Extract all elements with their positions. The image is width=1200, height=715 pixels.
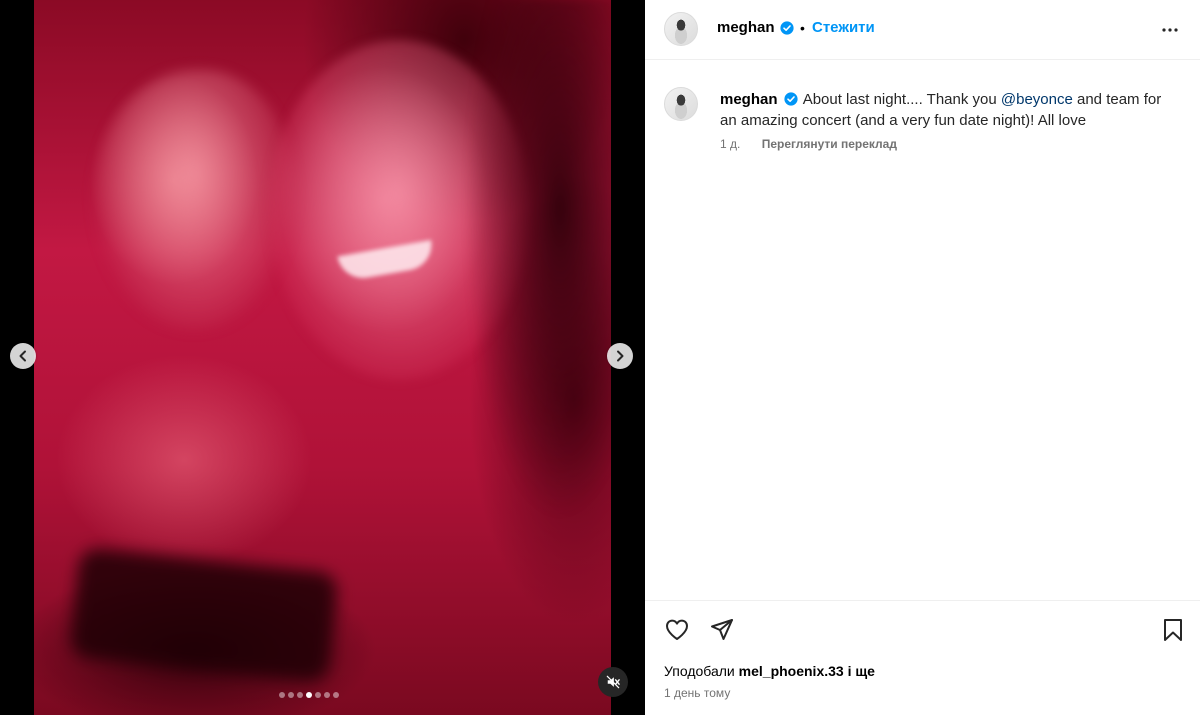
carousel-dot [324, 692, 330, 698]
likes-others-link[interactable]: і ще [844, 663, 875, 679]
header-separator: • [800, 20, 805, 36]
follow-button[interactable]: Стежити [812, 19, 875, 36]
post-details-panel: meghan • Стежити meghan About last night… [645, 0, 1200, 715]
carousel-dot [297, 692, 303, 698]
heart-icon[interactable] [664, 617, 690, 643]
share-icon[interactable] [709, 617, 735, 643]
likes-summary: Уподобали mel_phoenix.33 і ще [664, 663, 875, 679]
caption-mention-link[interactable]: @beyonce [1001, 91, 1073, 108]
caption-body-lead: About last night.... Thank you [802, 91, 1001, 108]
chevron-left-icon [19, 350, 26, 362]
post-age[interactable]: 1 д. [720, 137, 740, 151]
see-translation-button[interactable]: Переглянути переклад [762, 137, 897, 151]
actions-divider [645, 600, 1200, 601]
chevron-right-icon [617, 350, 624, 362]
carousel-indicator [279, 692, 339, 698]
caption-author-avatar[interactable] [664, 87, 698, 121]
carousel-dot [279, 692, 285, 698]
mute-toggle-button[interactable] [598, 667, 628, 697]
verified-badge-icon [784, 92, 798, 106]
author-username[interactable]: meghan [717, 19, 775, 36]
carousel-prev-button[interactable] [10, 343, 36, 369]
post-header: meghan • Стежити [645, 0, 1200, 60]
post-media [0, 0, 645, 715]
caption-author-username[interactable]: meghan [720, 91, 778, 108]
likes-user-link[interactable]: mel_phoenix.33 [739, 663, 844, 679]
caption-meta: 1 д. Переглянути переклад [720, 137, 897, 151]
more-options-icon[interactable] [1160, 22, 1180, 38]
author-avatar[interactable] [664, 12, 698, 46]
verified-badge-icon [780, 21, 794, 35]
post-photo[interactable] [34, 0, 611, 715]
post-timestamp: 1 день тому [664, 686, 731, 700]
bookmark-icon[interactable] [1160, 617, 1186, 643]
speaker-muted-icon [606, 675, 620, 689]
carousel-dot [288, 692, 294, 698]
carousel-dot [315, 692, 321, 698]
photo-hair-shadow [464, 0, 611, 520]
caption-text: meghan About last night.... Thank you @b… [720, 89, 1180, 131]
photo-arm [68, 546, 340, 684]
likes-prefix: Уподобали [664, 663, 739, 679]
carousel-dot [333, 692, 339, 698]
carousel-dot [306, 692, 312, 698]
carousel-next-button[interactable] [607, 343, 633, 369]
photo-subject-man [94, 70, 294, 330]
